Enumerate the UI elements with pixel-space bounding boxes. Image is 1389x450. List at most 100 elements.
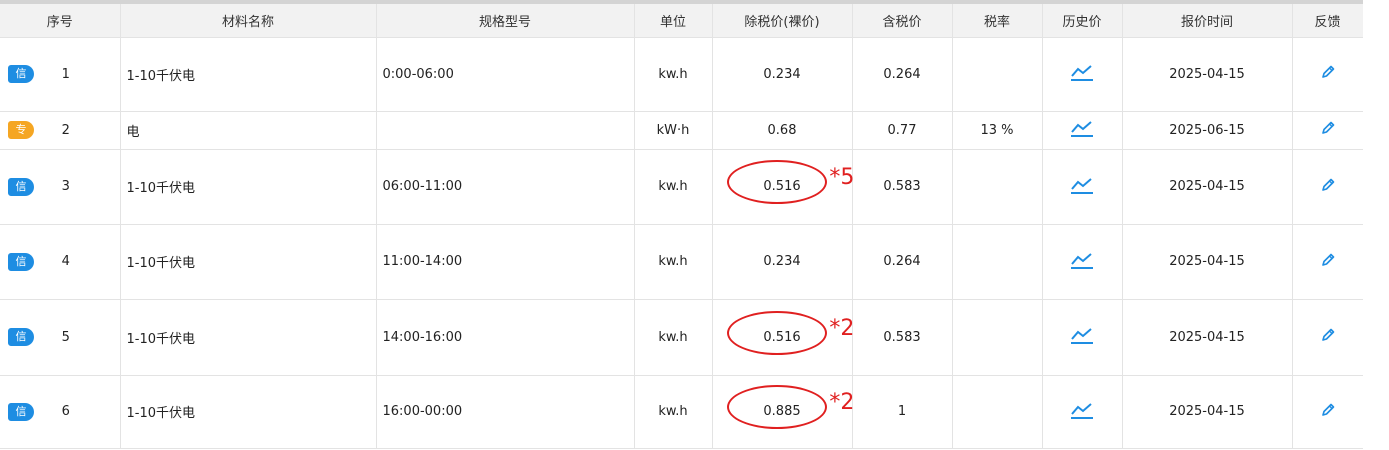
- tax-rate: [952, 149, 1043, 225]
- spec-model: 11:00-14:00: [376, 224, 635, 300]
- pretax-price: 0.234: [763, 254, 801, 269]
- col-header-history-price[interactable]: 历史价: [1042, 0, 1123, 38]
- col-header-feedback[interactable]: 反馈: [1292, 0, 1364, 38]
- pretax-price: 0.234: [763, 66, 801, 82]
- taxed-price: 0.264: [852, 224, 953, 300]
- pencil-edit-icon[interactable]: [1320, 327, 1336, 347]
- source-badge: 信: [8, 177, 34, 196]
- unit: kW·h: [634, 111, 713, 150]
- header-row: 序号 材料名称 规格型号 单位 除税价(裸价) 含税价 税率 历史价 报价时间 …: [0, 0, 1364, 38]
- col-header-taxed-price[interactable]: 含税价: [852, 0, 953, 38]
- spec-model: 14:00-16:00: [376, 299, 635, 376]
- seq-cell: 信1: [0, 37, 121, 112]
- seq-number: 6: [61, 404, 70, 419]
- seq-number: 3: [61, 179, 70, 194]
- taxed-price: 0.264: [852, 37, 953, 112]
- spec-model: 06:00-11:00: [376, 149, 635, 225]
- history-price-cell: [1042, 299, 1123, 376]
- line-chart-icon[interactable]: [1069, 400, 1095, 424]
- table-row[interactable]: 信 4 1-10千伏电 11:00-14:00 kw.h 0.234 0.264 2025-0…: [0, 224, 1364, 300]
- pretax-price: 0.516: [763, 329, 801, 345]
- spec-model: 0:00-06:00: [376, 37, 635, 112]
- unit: kw.h: [634, 224, 713, 300]
- tax-rate: [952, 375, 1043, 449]
- col-header-unit[interactable]: 单位: [634, 0, 713, 38]
- taxed-price: 0.583: [852, 299, 953, 376]
- pencil-edit-icon[interactable]: [1320, 64, 1336, 84]
- material-name: 电: [120, 111, 377, 150]
- seq-cell: 信6: [0, 375, 121, 449]
- seq-number: 5: [61, 329, 70, 345]
- col-header-material-name[interactable]: 材料名称: [120, 0, 377, 38]
- history-price-cell: [1042, 37, 1123, 112]
- source-badge: 信: [8, 65, 34, 83]
- spec-model: [376, 111, 635, 150]
- seq-cell: 信4: [0, 224, 121, 300]
- feedback-cell: [1292, 111, 1364, 150]
- col-header-seq[interactable]: 序号: [0, 0, 121, 38]
- table-row[interactable]: 专 2 电 kW·h 0.68 0.77 13 % 2025-06-15: [0, 111, 1364, 150]
- pretax-price-cell: 0.885 *2: [712, 375, 855, 449]
- table-row[interactable]: 信 1 1-10千伏电 0:00-06:00 kw.h 0.234 0.264 2025-04…: [0, 37, 1364, 112]
- spec-model: 16:00-00:00: [376, 375, 635, 449]
- pretax-price-cell: 0.234: [712, 37, 853, 112]
- feedback-cell: [1292, 375, 1364, 449]
- quote-time: 2025-04-15: [1122, 224, 1293, 300]
- unit: kw.h: [634, 299, 713, 376]
- pencil-edit-icon[interactable]: [1320, 177, 1336, 197]
- price-table: 序号 材料名称 规格型号 单位 除税价(裸价) 含税价 税率 历史价 报价时间 …: [0, 0, 1364, 449]
- source-badge: 信: [8, 252, 34, 271]
- source-badge: 信: [8, 402, 34, 421]
- seq-number: 2: [61, 122, 70, 138]
- line-chart-icon[interactable]: [1069, 325, 1095, 349]
- seq-cell: 专2: [0, 111, 121, 150]
- pretax-price-cell: 0.234: [712, 224, 853, 300]
- col-header-pretax-price[interactable]: 除税价(裸价): [712, 0, 853, 38]
- pretax-price-cell: 0.68: [712, 111, 853, 150]
- material-name: 1-10千伏电: [120, 299, 377, 376]
- quote-time: 2025-06-15: [1122, 111, 1293, 150]
- feedback-cell: [1292, 224, 1364, 300]
- source-badge: 信: [8, 328, 34, 346]
- quote-time: 2025-04-15: [1122, 299, 1293, 376]
- col-header-spec[interactable]: 规格型号: [376, 0, 635, 38]
- col-header-quote-time[interactable]: 报价时间: [1122, 0, 1293, 38]
- pencil-edit-icon[interactable]: [1320, 252, 1336, 272]
- annotation-multiplier: *5: [829, 165, 855, 190]
- annotation-multiplier: *2: [829, 390, 855, 415]
- line-chart-icon[interactable]: [1069, 250, 1095, 274]
- material-name: 1-10千伏电: [120, 375, 377, 449]
- annotation-multiplier: *2: [829, 315, 855, 341]
- table-row[interactable]: 信 5 1-10千伏电 14:00-16:00 kw.h 0.516 *2 0.583 2025…: [0, 299, 1364, 376]
- history-price-cell: [1042, 375, 1123, 449]
- line-chart-icon[interactable]: [1069, 62, 1095, 86]
- pretax-price: 0.68: [767, 122, 797, 138]
- seq-cell: 信3: [0, 149, 121, 225]
- taxed-price: 0.77: [852, 111, 953, 150]
- vertical-scrollbar[interactable]: [1363, 0, 1389, 450]
- seq-cell: 信5: [0, 299, 121, 376]
- pencil-edit-icon[interactable]: [1320, 402, 1336, 422]
- line-chart-icon[interactable]: [1069, 118, 1095, 142]
- tax-rate: 13 %: [952, 111, 1043, 150]
- seq-number: 4: [61, 254, 70, 269]
- feedback-cell: [1292, 299, 1364, 376]
- quote-time: 2025-04-15: [1122, 375, 1293, 449]
- unit: kw.h: [634, 375, 713, 449]
- line-chart-icon[interactable]: [1069, 175, 1095, 199]
- tax-rate: [952, 224, 1043, 300]
- unit: kw.h: [634, 149, 713, 225]
- source-badge: 专: [8, 121, 34, 139]
- history-price-cell: [1042, 224, 1123, 300]
- tax-rate: [952, 299, 1043, 376]
- material-name: 1-10千伏电: [120, 37, 377, 112]
- history-price-cell: [1042, 149, 1123, 225]
- material-name: 1-10千伏电: [120, 149, 377, 225]
- col-header-tax-rate[interactable]: 税率: [952, 0, 1043, 38]
- table-row[interactable]: 信 6 1-10千伏电 16:00-00:00 kw.h 0.885 *2 1 2025-04-…: [0, 375, 1364, 449]
- material-name: 1-10千伏电: [120, 224, 377, 300]
- pretax-price: 0.516: [763, 179, 801, 194]
- table-row[interactable]: 信 3 1-10千伏电 06:00-11:00 kw.h 0.516 *5 0.583 2025…: [0, 149, 1364, 225]
- unit: kw.h: [634, 37, 713, 112]
- pencil-edit-icon[interactable]: [1320, 120, 1336, 140]
